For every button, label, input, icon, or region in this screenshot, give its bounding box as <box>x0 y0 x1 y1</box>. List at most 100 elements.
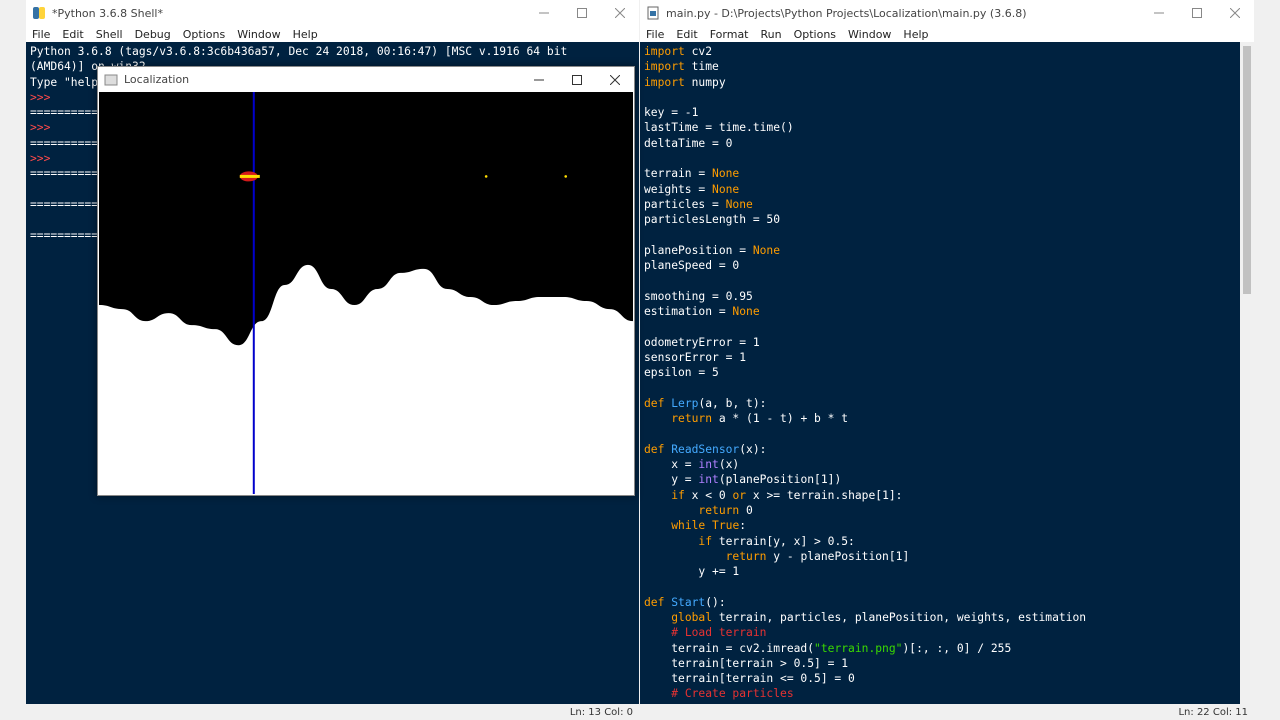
maximize-button[interactable] <box>558 67 596 93</box>
code-line: def ReadSensor(x): <box>644 442 767 456</box>
menu-format[interactable]: Format <box>704 28 755 41</box>
code-line: terrain[terrain <= 0.5] = 0 <box>644 672 855 686</box>
code-line: y = int(planePosition[1]) <box>644 473 842 487</box>
minimize-icon <box>1154 12 1164 14</box>
minimize-button[interactable] <box>1140 0 1178 26</box>
opencv-window-icon <box>104 74 118 85</box>
minimize-icon <box>534 79 544 80</box>
maximize-button[interactable] <box>563 0 601 26</box>
menu-run[interactable]: Run <box>755 28 788 41</box>
minimize-icon <box>539 12 549 14</box>
code-line: deltaTime = 0 <box>644 136 733 150</box>
close-icon <box>1230 8 1240 18</box>
code-line: sensorError = 1 <box>644 350 747 364</box>
localization-titlebar[interactable]: Localization <box>98 67 634 92</box>
particle <box>564 175 568 178</box>
code-line: smoothing = 0.95 <box>644 289 753 303</box>
close-icon <box>615 8 625 18</box>
code-line: return y - planePosition[1] <box>725 549 910 563</box>
close-button[interactable] <box>601 0 639 26</box>
menu-debug[interactable]: Debug <box>129 28 177 41</box>
menu-options[interactable]: Options <box>788 28 842 41</box>
minimize-button[interactable] <box>520 67 558 93</box>
python-idle-icon <box>33 7 45 19</box>
code-line: particles = None <box>644 197 753 211</box>
code-line: if x < 0 or x >= terrain.shape[1]: <box>671 488 903 502</box>
shell-statusbar: Ln: 13 Col: 0 <box>26 704 639 720</box>
simulation-view <box>99 92 633 494</box>
localization-window: Localization <box>97 66 635 496</box>
maximize-icon <box>572 74 582 85</box>
localization-title: Localization <box>124 73 190 86</box>
editor-menubar: File Edit Format Run Options Window Help <box>640 26 1254 42</box>
shell-cursor-position: Ln: 13 Col: 0 <box>569 706 633 718</box>
code-line: return a * (1 - t) + b * t <box>671 412 849 426</box>
code-line: terrain = None <box>644 167 740 181</box>
code-line: key = -1 <box>644 106 699 120</box>
maximize-icon <box>577 8 587 18</box>
menu-window[interactable]: Window <box>231 28 286 41</box>
code-line: planeSpeed = 0 <box>644 259 740 273</box>
code-line: def Start(): <box>644 595 726 609</box>
code-line: x = int(x) <box>644 458 740 472</box>
menu-file[interactable]: File <box>640 28 670 41</box>
code-line: terrain[terrain > 0.5] = 1 <box>644 656 849 670</box>
close-icon <box>610 74 620 85</box>
code-line: # Create particles <box>671 687 794 701</box>
code-text: import cv2 import time import numpy key = … <box>644 44 1086 702</box>
code-line: def Lerp(a, b, t): <box>644 396 767 410</box>
menu-help[interactable]: Help <box>897 28 934 41</box>
maximize-icon <box>1192 8 1202 18</box>
code-line: weights = None <box>644 182 740 196</box>
code-line: if terrain[y, x] > 0.5: <box>698 534 855 548</box>
shell-line: Python 3.6.8 (tags/v3.6.8:3c6b436a57, De… <box>30 45 568 58</box>
code-line: while True: <box>671 519 747 533</box>
shell-menubar: File Edit Shell Debug Options Window Help <box>26 26 639 42</box>
plane-wing <box>239 174 260 178</box>
code-line: odometryError = 1 <box>644 335 760 349</box>
editor-titlebar[interactable]: main.py - D:\Projects\Python Projects\Lo… <box>640 0 1254 26</box>
code-line: epsilon = 5 <box>644 366 719 380</box>
shell-titlebar[interactable]: *Python 3.6.8 Shell* <box>26 0 639 26</box>
menu-options[interactable]: Options <box>177 28 231 41</box>
code-line: planePosition = None <box>644 243 781 257</box>
code-line: # Load terrain <box>671 626 767 640</box>
code-line: particlesLength = 50 <box>644 213 781 227</box>
code-line: global terrain, particles, planePosition… <box>671 610 1087 624</box>
scrollbar-thumb[interactable] <box>1243 46 1251 294</box>
menu-edit[interactable]: Edit <box>56 28 89 41</box>
menu-help[interactable]: Help <box>287 28 324 41</box>
maximize-button[interactable] <box>1178 0 1216 26</box>
menu-file[interactable]: File <box>26 28 56 41</box>
code-line: import cv2 <box>644 45 713 58</box>
close-button[interactable] <box>596 67 634 93</box>
shell-title: *Python 3.6.8 Shell* <box>52 6 163 20</box>
minimize-button[interactable] <box>525 0 563 26</box>
code-line: import time <box>644 60 719 74</box>
close-button[interactable] <box>1216 0 1254 26</box>
menu-edit[interactable]: Edit <box>670 28 703 41</box>
editor-title: main.py - D:\Projects\Python Projects\Lo… <box>666 6 1027 20</box>
editor-statusbar: Ln: 22 Col: 11 <box>640 704 1254 720</box>
code-line: y += 1 <box>644 565 740 579</box>
particle <box>484 175 488 178</box>
code-line: return 0 <box>698 503 753 517</box>
editor-cursor-position: Ln: 22 Col: 11 <box>1178 706 1248 718</box>
code-line: lastTime = time.time() <box>644 121 794 135</box>
python-file-icon <box>647 6 659 20</box>
code-editor[interactable]: import cv2 import time import numpy key = … <box>640 42 1240 704</box>
editor-window: main.py - D:\Projects\Python Projects\Lo… <box>640 0 1254 720</box>
code-line: import numpy <box>644 75 726 89</box>
code-line: estimation = None <box>644 305 760 319</box>
editor-scrollbar[interactable] <box>1240 42 1254 704</box>
menu-window[interactable]: Window <box>842 28 897 41</box>
menu-shell[interactable]: Shell <box>90 28 129 41</box>
